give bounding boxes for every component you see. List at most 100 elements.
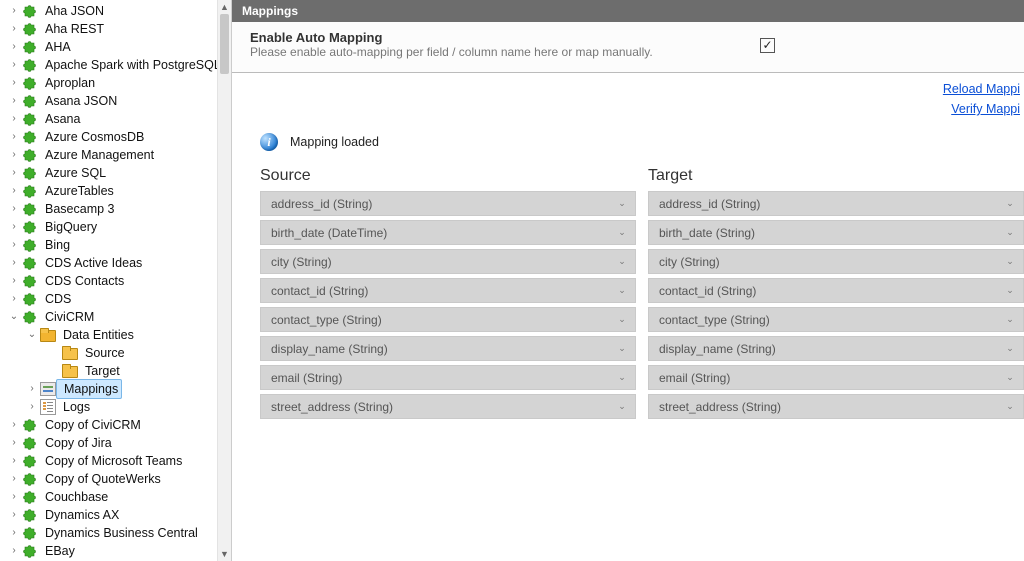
chevron-down-icon[interactable]: ⌄ (26, 326, 38, 344)
tree-item-label: Couchbase (45, 490, 108, 504)
tree-item[interactable]: › AHA (2, 38, 231, 56)
tree-item[interactable]: › Aha JSON (2, 2, 231, 20)
target-field-dropdown[interactable]: street_address (String) ⌄ (648, 394, 1024, 419)
tree-item[interactable]: › Dynamics Business Central (2, 524, 231, 542)
source-field-dropdown[interactable]: birth_date (DateTime)⌄ (260, 220, 636, 245)
tree-item-label: Source (85, 346, 125, 360)
target-field-dropdown[interactable]: display_name (String)⌄ (648, 336, 1024, 361)
chevron-down-icon: ⌄ (613, 337, 631, 360)
tree-item[interactable]: › Copy of Jira (2, 434, 231, 452)
puzzle-icon (22, 435, 38, 451)
tree-item[interactable]: ›Logs (2, 398, 231, 416)
tree-item-label: CDS Active Ideas (45, 256, 142, 270)
chevron-right-icon[interactable]: › (8, 542, 20, 560)
tree-item-label: Dynamics Business Central (45, 526, 198, 540)
chevron-right-icon[interactable]: › (8, 506, 20, 524)
tree-item[interactable]: › Aproplan (2, 74, 231, 92)
source-field-dropdown[interactable]: address_id (String)⌄ (260, 191, 636, 216)
chevron-right-icon[interactable]: › (8, 236, 20, 254)
tree-item[interactable]: › Copy of QuoteWerks (2, 470, 231, 488)
source-field-dropdown[interactable]: email (String)⌄ (260, 365, 636, 390)
chevron-down-icon: ⌄ (1001, 395, 1019, 418)
tree-item[interactable]: Target (2, 362, 231, 380)
tree-item[interactable]: › CDS (2, 290, 231, 308)
target-field-dropdown[interactable]: address_id (String)⌄ (648, 191, 1024, 216)
target-field-dropdown[interactable]: email (String)⌄ (648, 365, 1024, 390)
tree-item[interactable]: › Azure SQL (2, 164, 231, 182)
tree-item-label: Asana JSON (45, 94, 117, 108)
field-value: display_name (String) (271, 342, 388, 356)
tree-item[interactable]: ⌄Data Entities (2, 326, 231, 344)
chevron-right-icon[interactable]: › (8, 218, 20, 236)
scroll-up-icon[interactable]: ▲ (218, 0, 231, 14)
scroll-down-icon[interactable]: ▼ (218, 547, 231, 561)
scroll-thumb[interactable] (220, 14, 229, 74)
tree-item[interactable]: › Azure Management (2, 146, 231, 164)
chevron-right-icon[interactable]: › (8, 272, 20, 290)
chevron-right-icon[interactable]: › (8, 20, 20, 38)
source-field-dropdown[interactable]: contact_type (String)⌄ (260, 307, 636, 332)
tree-item[interactable]: ›Mappings (2, 380, 231, 398)
puzzle-icon (22, 525, 38, 541)
tree-item[interactable]: › Dynamics AX (2, 506, 231, 524)
chevron-right-icon[interactable]: › (8, 128, 20, 146)
puzzle-icon (22, 489, 38, 505)
chevron-right-icon[interactable]: › (8, 488, 20, 506)
chevron-right-icon[interactable]: › (8, 56, 20, 74)
auto-mapping-checkbox[interactable] (760, 38, 775, 53)
source-field-dropdown[interactable]: street_address (String)⌄ (260, 394, 636, 419)
chevron-right-icon[interactable]: › (8, 254, 20, 272)
tree-item[interactable]: › Azure CosmosDB (2, 128, 231, 146)
tree-item-label: Dynamics AX (45, 508, 119, 522)
source-field-dropdown[interactable]: city (String)⌄ (260, 249, 636, 274)
tree-item[interactable]: › BigQuery (2, 218, 231, 236)
tree-item-label: AzureTables (45, 184, 114, 198)
puzzle-icon (22, 507, 38, 523)
chevron-right-icon[interactable]: › (26, 380, 38, 398)
target-field-dropdown[interactable]: birth_date (String)⌄ (648, 220, 1024, 245)
field-value: email (String) (271, 371, 342, 385)
target-field-dropdown[interactable]: contact_id (String)⌄ (648, 278, 1024, 303)
chevron-right-icon[interactable]: › (8, 164, 20, 182)
tree-item[interactable]: › Copy of Microsoft Teams (2, 452, 231, 470)
tree-item[interactable]: › EBay (2, 542, 231, 560)
chevron-right-icon[interactable]: › (8, 434, 20, 452)
chevron-down-icon[interactable]: ⌄ (8, 308, 20, 326)
source-field-dropdown[interactable]: display_name (String) ⌄ (260, 336, 636, 361)
chevron-right-icon[interactable]: › (8, 470, 20, 488)
source-field-dropdown[interactable]: contact_id (String)⌄ (260, 278, 636, 303)
chevron-right-icon[interactable]: › (8, 92, 20, 110)
tree-item[interactable]: › Apache Spark with PostgreSQL (2, 56, 231, 74)
tree-item[interactable]: › Asana JSON (2, 92, 231, 110)
chevron-right-icon[interactable]: › (8, 110, 20, 128)
tree-item[interactable]: › AzureTables (2, 182, 231, 200)
tree-item[interactable]: › Basecamp 3 (2, 200, 231, 218)
target-field-dropdown[interactable]: contact_type (String)⌄ (648, 307, 1024, 332)
chevron-right-icon[interactable]: › (8, 182, 20, 200)
tree-item[interactable]: › Couchbase (2, 488, 231, 506)
verify-mapping-link[interactable]: Verify Mappi (232, 99, 1020, 119)
tree-item[interactable]: › Copy of CiviCRM (2, 416, 231, 434)
chevron-right-icon[interactable]: › (8, 2, 20, 20)
tree-item[interactable]: ⌄ CiviCRM (2, 308, 231, 326)
tree-item[interactable]: Source (2, 344, 231, 362)
reload-mapping-link[interactable]: Reload Mappi (232, 79, 1020, 99)
chevron-right-icon[interactable]: › (8, 146, 20, 164)
sidebar-scrollbar[interactable]: ▲ ▼ (217, 0, 231, 561)
tree-item[interactable]: › CDS Contacts (2, 272, 231, 290)
tree-item[interactable]: › Aha REST (2, 20, 231, 38)
target-field-dropdown[interactable]: city (String)⌄ (648, 249, 1024, 274)
chevron-right-icon[interactable]: › (8, 290, 20, 308)
connection-tree: › Aha JSON› Aha REST› AHA› Apache Spark … (0, 0, 232, 561)
field-value: street_address (String) (659, 400, 781, 414)
tree-item[interactable]: › CDS Active Ideas (2, 254, 231, 272)
chevron-right-icon[interactable]: › (8, 200, 20, 218)
chevron-right-icon[interactable]: › (8, 452, 20, 470)
chevron-right-icon[interactable]: › (8, 74, 20, 92)
chevron-right-icon[interactable]: › (8, 416, 20, 434)
chevron-right-icon[interactable]: › (26, 398, 38, 416)
chevron-right-icon[interactable]: › (8, 38, 20, 56)
tree-item[interactable]: › Asana (2, 110, 231, 128)
chevron-right-icon[interactable]: › (8, 524, 20, 542)
tree-item[interactable]: › Bing (2, 236, 231, 254)
